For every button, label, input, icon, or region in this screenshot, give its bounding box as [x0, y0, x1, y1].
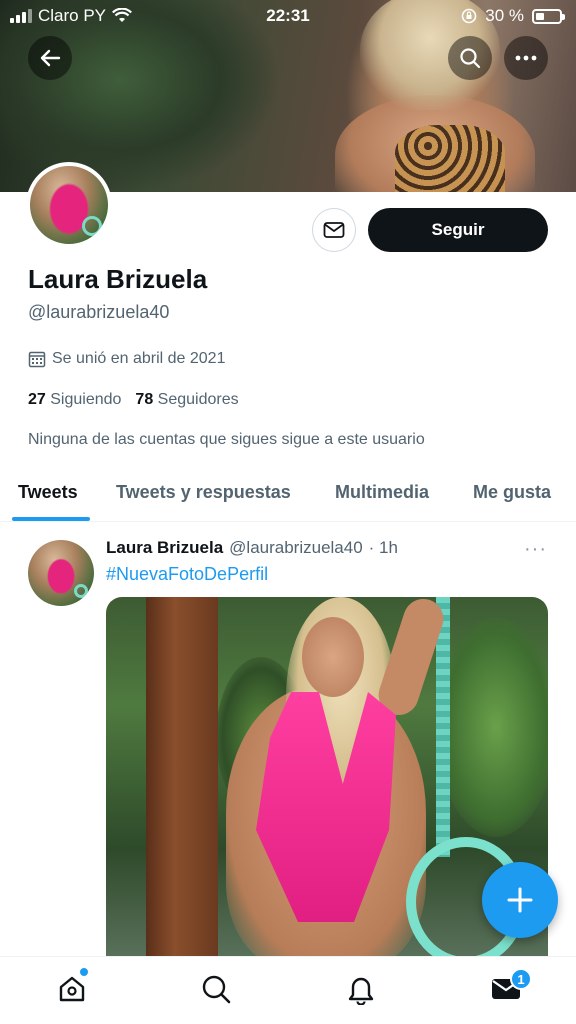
status-bar: Claro PY 22:31 30 %: [0, 0, 576, 32]
followers-count: 78: [135, 391, 154, 408]
tab-tweets-and-replies[interactable]: Tweets y respuestas: [116, 466, 291, 522]
more-icon: [515, 55, 537, 61]
bell-icon: [348, 977, 374, 1005]
bottom-nav: [0, 956, 576, 1024]
following-link[interactable]: 27 Siguiendo: [28, 391, 121, 409]
mutual-follow-note: Ninguna de las cuentas que sigues sigue …: [28, 431, 425, 448]
messages-badge: 1: [510, 968, 532, 990]
search-icon: [202, 975, 231, 1004]
arrow-left-icon: [40, 49, 61, 67]
mail-icon: [323, 222, 345, 238]
tweet-handle: @laurabrizuela40: [229, 538, 363, 557]
tweet-time: · 1h: [368, 538, 398, 557]
message-button[interactable]: [312, 208, 356, 252]
search-button[interactable]: [448, 36, 492, 80]
following-label: Siguiendo: [50, 391, 122, 408]
banner-top: [395, 125, 505, 192]
home-icon: [59, 976, 85, 1002]
rotation-lock-icon: [461, 8, 477, 24]
compose-tweet-button[interactable]: [482, 862, 558, 938]
joined-text: Se unió en abril de 2021: [52, 350, 226, 367]
follow-stats: 27 Siguiendo 78 Seguidores: [28, 391, 239, 409]
calendar-icon: [28, 351, 46, 368]
followers-link[interactable]: 78 Seguidores: [135, 391, 238, 409]
profile-name: Laura Brizuela: [28, 264, 208, 294]
nav-search[interactable]: [198, 971, 234, 1007]
more-button[interactable]: [504, 36, 548, 80]
tweet-header: Laura Brizuela @laurabrizuela40 · 1h: [106, 538, 398, 558]
followers-label: Seguidores: [157, 391, 239, 408]
follow-button[interactable]: Seguir: [368, 208, 548, 252]
battery-label: 30 %: [485, 6, 524, 25]
following-count: 27: [28, 391, 46, 408]
home-notification-dot: [80, 968, 88, 976]
tab-media[interactable]: Multimedia: [335, 466, 429, 522]
joined-date: Se unió en abril de 2021: [28, 350, 225, 368]
status-right: 30 %: [461, 6, 565, 26]
profile-tabs: Tweets Tweets y respuestas Multimedia Me…: [0, 466, 576, 522]
profile-handle: @laurabrizuela40: [28, 302, 170, 322]
profile-avatar[interactable]: [26, 162, 112, 248]
battery-icon: [532, 8, 565, 24]
tab-likes[interactable]: Me gusta: [473, 466, 551, 522]
tab-tweets[interactable]: Tweets: [18, 466, 78, 522]
tweet-author[interactable]: Laura Brizuela: [106, 538, 223, 558]
tweet-avatar[interactable]: [28, 540, 94, 606]
plus-icon: [507, 887, 533, 913]
nav-home[interactable]: [54, 971, 90, 1007]
active-tab-indicator: [12, 517, 90, 521]
search-icon: [460, 48, 481, 69]
tweet-hashtag[interactable]: #NuevaFotoDePerfil: [106, 564, 268, 585]
tweet-more-icon[interactable]: ···: [524, 538, 547, 561]
back-button[interactable]: [28, 36, 72, 80]
nav-notifications[interactable]: [343, 971, 379, 1007]
